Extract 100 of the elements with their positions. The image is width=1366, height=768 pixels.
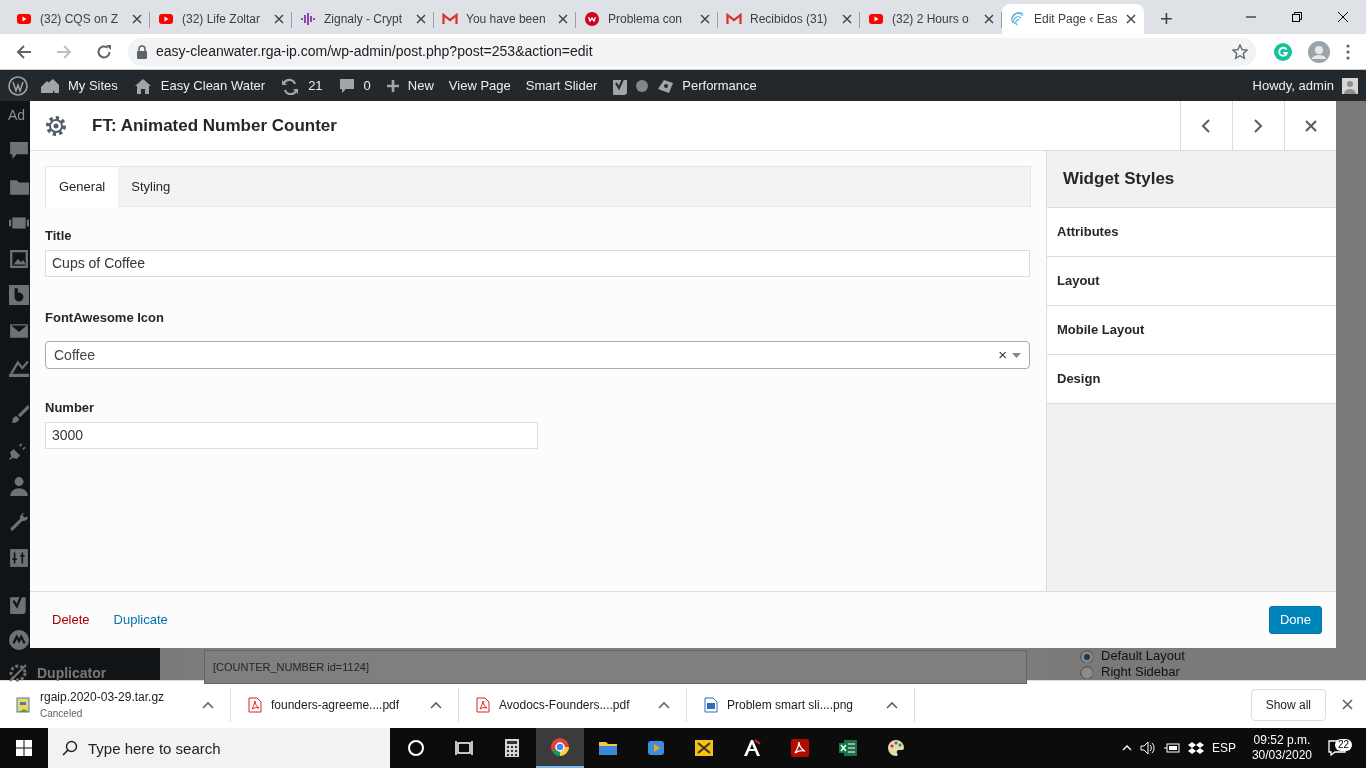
battery-icon[interactable] (1163, 742, 1180, 754)
search-field[interactable]: Type here to search (48, 728, 390, 768)
caret-up-icon[interactable] (886, 700, 898, 709)
field-label: Title (45, 227, 73, 245)
person-icon[interactable] (9, 476, 29, 496)
show-all-button[interactable]: Show all (1250, 688, 1326, 721)
back-arrow-icon[interactable] (16, 43, 32, 60)
close-icon[interactable] (558, 14, 568, 24)
text-field[interactable]: 3000 (45, 421, 538, 449)
sliders-icon[interactable] (9, 548, 29, 568)
dialog-tab[interactable]: General (46, 167, 119, 207)
menu-item[interactable]: Duplicator (37, 662, 107, 684)
browser-tab[interactable]: You have been (434, 4, 576, 34)
close-icon[interactable] (274, 14, 284, 24)
caret-up-icon[interactable] (430, 700, 442, 709)
select-field[interactable]: Coffee × (45, 341, 1030, 369)
download-item[interactable]: founders-agreeme....pdf (231, 687, 459, 722)
more-menu-icon[interactable] (1346, 43, 1350, 60)
clock[interactable]: 09:52 p.m. 30/03/2020 (1251, 733, 1312, 763)
close-icon[interactable] (984, 14, 994, 24)
spreadsheet-icon (838, 738, 858, 758)
style-section[interactable]: Layout (1047, 257, 1336, 306)
plus-icon (385, 78, 400, 93)
browser-tab[interactable]: (32) 2 Hours o (860, 4, 1002, 34)
fingerprint-icon (1010, 11, 1026, 27)
close-icon[interactable] (842, 14, 852, 24)
circle-logo-icon[interactable] (9, 630, 29, 650)
wordpress-logo-icon[interactable] (8, 75, 28, 96)
close-icon[interactable] (1338, 12, 1348, 22)
close-icon[interactable] (416, 14, 426, 24)
download-item[interactable]: Avodocs-Founders....pdf (459, 687, 687, 722)
browser-tab[interactable]: (32) CQS on Z (8, 4, 150, 34)
reload-icon[interactable] (96, 43, 112, 60)
notification-center[interactable]: 22 (1328, 735, 1358, 761)
picture-icon[interactable] (9, 249, 29, 269)
image-file-icon (703, 696, 719, 713)
duplicate-link[interactable]: Duplicate (113, 610, 168, 630)
close-icon (1304, 118, 1317, 133)
caret-up-icon[interactable] (202, 700, 214, 709)
download-item[interactable]: Problem smart sli....png (687, 687, 915, 722)
task-view-icon (454, 738, 474, 758)
wrench-icon[interactable] (9, 512, 29, 532)
brush-icon[interactable] (9, 404, 29, 424)
play-logo-icon (16, 11, 32, 27)
dialog-title: FT: Animated Number Counter (92, 114, 337, 137)
menu-heading[interactable]: Ad (8, 107, 26, 123)
letter-b-icon[interactable] (9, 285, 29, 305)
admin-bar-link[interactable]: New (385, 75, 434, 96)
status-dot-icon (636, 79, 649, 92)
radio-button[interactable] (1080, 649, 1093, 663)
style-section[interactable]: Mobile Layout (1047, 306, 1336, 355)
pdf-file-icon (475, 696, 491, 713)
lock-icon (136, 44, 148, 59)
speech-bubble-icon[interactable] (9, 141, 29, 161)
speaker-icon[interactable] (1139, 741, 1156, 755)
admin-bar-link[interactable]: My Sites (40, 75, 118, 96)
admin-bar-link[interactable]: Easy Clean Water (132, 75, 266, 96)
admin-bar-link[interactable]: Performance (612, 75, 757, 96)
play-logo-icon (158, 11, 174, 27)
dropbox-icon[interactable] (1187, 741, 1204, 755)
browser-tab[interactable]: Edit Page ‹ Eas (1002, 4, 1144, 34)
browser-tab[interactable]: Zignaly - Crypt (292, 4, 434, 34)
refresh-icon (280, 76, 301, 95)
style-section[interactable]: Attributes (1047, 208, 1336, 257)
account-greeting[interactable]: Howdy, admin (1252, 75, 1334, 96)
windows-logo-icon[interactable] (16, 740, 32, 756)
dialog-tab[interactable]: Styling (118, 167, 184, 207)
admin-bar-link[interactable]: 21 (280, 75, 323, 96)
taskbar-app[interactable] (536, 728, 584, 768)
style-section[interactable]: Design (1047, 355, 1336, 404)
delete-link[interactable]: Delete (52, 610, 90, 630)
admin-bar-link[interactable]: View Page (448, 75, 511, 96)
clear-button[interactable]: × (998, 343, 1007, 367)
close-icon[interactable] (1342, 699, 1353, 710)
speech-bubble-icon (337, 76, 356, 95)
address-field[interactable]: easy-cleanwater.rga-ip.com/wp-admin/post.php?post=253&action=edit (128, 37, 1256, 66)
browser-tab[interactable]: (32) Life Zoltar (150, 4, 292, 34)
radio-button[interactable] (1080, 665, 1093, 679)
admin-bar-link[interactable]: Smart Slider (525, 75, 598, 96)
envelope-icon[interactable] (9, 321, 29, 341)
avatar-icon[interactable] (1342, 77, 1358, 94)
text-field[interactable]: Cups of Coffee (45, 249, 1030, 277)
close-icon[interactable] (700, 14, 710, 24)
close-icon[interactable] (1126, 14, 1136, 24)
browser-tab[interactable]: Recibidos (31) (718, 4, 860, 34)
folder-icon[interactable] (9, 177, 29, 197)
caret-up-icon[interactable] (658, 700, 670, 709)
option-label: Right Sidebar (1101, 665, 1180, 679)
browser-tab[interactable]: Problema con (576, 4, 718, 34)
crossed-box-icon (694, 738, 714, 758)
star-icon[interactable] (1232, 43, 1248, 60)
done-button[interactable]: Done (1268, 606, 1322, 634)
language-indicator[interactable]: ESP (1211, 739, 1236, 757)
download-item[interactable]: rgaip.2020-03-29.tar.gz Canceled (16, 687, 231, 722)
restore-icon[interactable] (1292, 12, 1302, 22)
chevron-right-icon (1252, 118, 1265, 133)
admin-bar-link[interactable]: 0 (337, 75, 371, 96)
close-icon[interactable] (132, 14, 142, 24)
shortcode-field[interactable]: [COUNTER_NUMBER id=1124] (204, 650, 1027, 684)
new-tab-button[interactable]: + (1160, 8, 1173, 30)
